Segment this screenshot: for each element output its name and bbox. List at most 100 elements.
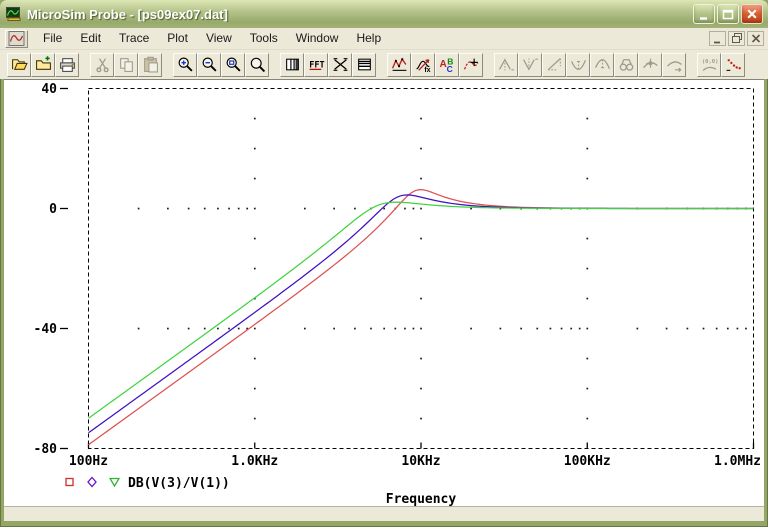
zoom-out-button[interactable]: [197, 52, 221, 77]
svg-text:C: C: [446, 64, 452, 73]
cursor-point-button: [638, 52, 662, 77]
grid-dot: [354, 327, 356, 330]
cursor-min-button: [566, 52, 590, 77]
y-tick-label: 40: [41, 82, 57, 97]
fft-button[interactable]: FFT: [304, 52, 328, 77]
zoom-in-icon: [178, 57, 193, 72]
open-button[interactable]: [7, 52, 31, 77]
zoom-area-icon: [226, 57, 241, 72]
legend-marker-triangle-down: [108, 477, 121, 488]
maximize-button[interactable]: [717, 4, 739, 24]
grid-dot: [470, 207, 472, 210]
grid-dot: [394, 327, 397, 330]
grid-dot: [203, 207, 206, 210]
cursor-search-icon: [619, 59, 633, 71]
mark-data-points-icon: [726, 59, 741, 71]
grid-dot: [520, 327, 522, 330]
log-y-axis-button[interactable]: [352, 52, 376, 77]
cursor-trough-icon: [522, 58, 538, 71]
grid-dot: [217, 207, 219, 210]
grid-dot: [253, 207, 256, 210]
menu-item-file[interactable]: File: [34, 29, 71, 48]
menu-item-window[interactable]: Window: [287, 29, 348, 48]
x-tick-label: 1.0KHz: [231, 454, 278, 469]
trace-2: [88, 194, 754, 434]
legend-marker-diamond: [87, 476, 97, 488]
cursor-min-icon: [570, 59, 586, 70]
maximize-icon: [722, 9, 734, 20]
log-y-axis-icon: [357, 58, 371, 71]
y-tick-label: -40: [34, 322, 58, 337]
grid-dot: [354, 207, 356, 210]
grid-dot: [420, 327, 422, 330]
grid-dot: [420, 357, 422, 360]
grid-dot: [137, 207, 140, 210]
eval-goal-function-button[interactable]: fx: [411, 52, 435, 77]
grid-dot: [578, 327, 581, 330]
zoom-fit-button[interactable]: [245, 52, 269, 77]
grid-dot: [420, 177, 422, 180]
zoom-in-button[interactable]: [173, 52, 197, 77]
trace-3: [88, 201, 754, 419]
grid-dot: [420, 417, 422, 420]
grid-dot: [586, 417, 589, 420]
mdi-restore-button[interactable]: [728, 31, 745, 46]
grid-dot: [253, 237, 256, 240]
copy-icon: [119, 58, 133, 72]
cursor-slope-icon: [547, 58, 561, 71]
zoom-area-button[interactable]: [221, 52, 245, 77]
title-bar[interactable]: MicroSim Probe - [ps09ex07.dat]: [0, 0, 768, 28]
legend-marker-square: [65, 477, 74, 487]
open-icon: [11, 59, 28, 70]
toggle-cursor-icon: [463, 58, 478, 70]
grid-dot: [560, 327, 563, 330]
x-tick-label: 100KHz: [564, 454, 611, 469]
system-menu-button[interactable]: [5, 29, 28, 48]
mark-data-points-button[interactable]: [721, 52, 745, 77]
toggle-cursor-button[interactable]: [459, 52, 483, 77]
grid-dot: [586, 297, 589, 300]
grid-dot: [420, 117, 422, 120]
menu-item-tools[interactable]: Tools: [241, 29, 287, 48]
grid-dot: [253, 177, 256, 180]
menu-item-edit[interactable]: Edit: [71, 29, 110, 48]
grid-dot: [570, 327, 573, 330]
cursor-peak-button: [494, 52, 518, 77]
grid-dot: [253, 417, 256, 420]
insert-text-label-button[interactable]: ABC: [435, 52, 459, 77]
menu-item-trace[interactable]: Trace: [110, 29, 158, 48]
grid-dot: [665, 327, 668, 330]
menu-item-view[interactable]: View: [197, 29, 241, 48]
log-x-axis-button[interactable]: [280, 52, 304, 77]
grid-dot: [370, 327, 372, 330]
append-file-button[interactable]: [31, 52, 55, 77]
grid-dot: [237, 327, 240, 330]
plot-canvas[interactable]: 40 0 -40 -80 100Hz 1.0KHz 10KHz 100KHz 1.0MHz DB(…: [4, 80, 764, 507]
performance-analysis-button[interactable]: [328, 52, 352, 77]
mdi-minimize-button[interactable]: [709, 31, 726, 46]
add-trace-button[interactable]: [387, 52, 411, 77]
grid-dot: [253, 327, 256, 330]
grid-dot: [420, 387, 422, 390]
toolbar-group: [90, 52, 162, 77]
grid-dot: [246, 207, 249, 210]
grid-dot: [412, 207, 415, 210]
grid-dot: [228, 327, 230, 330]
menu-item-help[interactable]: Help: [347, 29, 390, 48]
print-button[interactable]: [55, 52, 79, 77]
mdi-close-button[interactable]: [747, 31, 764, 46]
grid-dot: [253, 357, 256, 360]
close-icon: [747, 9, 757, 19]
minimize-button[interactable]: [693, 4, 715, 24]
menu-item-plot[interactable]: Plot: [158, 29, 197, 48]
grid-dot: [253, 267, 256, 270]
copy-button: [114, 52, 138, 77]
close-button[interactable]: [741, 4, 763, 24]
grid-dot: [736, 327, 739, 330]
y-tick-label: -80: [34, 442, 58, 457]
grid-dot: [636, 327, 639, 330]
grid-dot: [420, 207, 422, 210]
y-tick-label: 0: [49, 202, 57, 217]
x-tick-label: 1.0MHz: [714, 454, 761, 469]
mdi-controls: [707, 31, 764, 46]
